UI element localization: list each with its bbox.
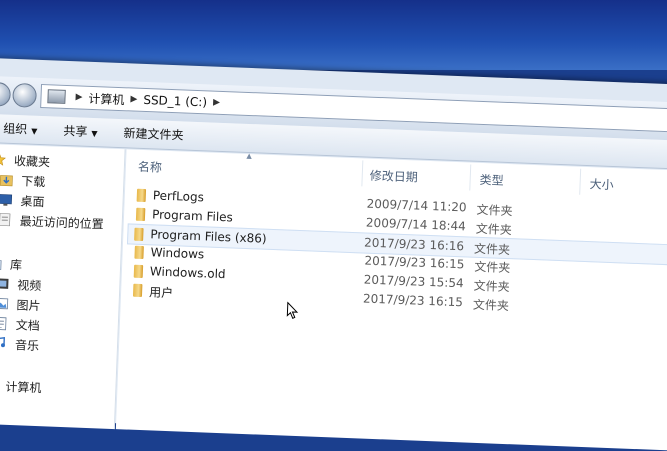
desktop-background [0, 0, 667, 70]
column-divider[interactable] [361, 160, 364, 187]
breadcrumb-computer[interactable]: 计算机 [88, 89, 125, 107]
sidebar-item-libraries[interactable]: 库 [0, 254, 22, 273]
chevron-down-icon: ▼ [31, 126, 38, 136]
column-header-name[interactable]: 名称 [138, 158, 163, 176]
sidebar-item-favorites[interactable]: 收藏夹 [0, 150, 50, 170]
sidebar-item-pictures[interactable]: 图片 [0, 294, 41, 314]
recent-places-icon [0, 212, 14, 227]
sidebar-item-recent-places[interactable]: 最近访问的位置 [0, 210, 104, 232]
chevron-down-icon: ▼ [91, 128, 98, 139]
sidebar-item-documents[interactable]: 文档 [0, 314, 40, 334]
column-header-size[interactable]: 大小 [589, 175, 614, 193]
sort-ascending-icon: ▲ [246, 151, 252, 161]
column-header-modified[interactable]: 修改日期 [369, 167, 418, 186]
music-note-icon [0, 336, 9, 351]
computer-icon [47, 89, 66, 104]
column-divider[interactable] [579, 168, 582, 195]
chevron-right-icon[interactable]: ▶ [130, 94, 137, 104]
column-divider[interactable] [469, 164, 472, 191]
documents-icon [0, 316, 10, 331]
folder-icon [135, 207, 146, 222]
pictures-icon [0, 296, 11, 311]
share-button[interactable]: 共享 ▼ [57, 120, 104, 144]
file-list: 名称 ▲ 修改日期 类型 大小 PerfLogs 2009/7/14 11:20… [115, 149, 667, 451]
folder-icon [134, 245, 144, 260]
forward-button[interactable] [12, 82, 38, 108]
videos-icon [0, 276, 12, 291]
chevron-right-icon[interactable]: ▶ [75, 92, 82, 102]
explorer-window: ▶ 计算机 ▶ SSD_1 (C:) ▶ 组织▼ 共享▼ 新建文件夹 收藏夹 [0, 58, 667, 451]
folder-icon [134, 227, 144, 242]
folder-icon [132, 283, 143, 298]
folder-icon [133, 264, 144, 279]
organize-button[interactable]: 组织 ▼ [0, 117, 44, 141]
sidebar-item-computer[interactable]: 计算机 [0, 376, 42, 396]
sidebar-item-downloads[interactable]: 下载 [0, 170, 46, 190]
desktop-icon [0, 192, 15, 207]
chevron-right-icon[interactable]: ▶ [213, 98, 220, 108]
libraries-icon [0, 256, 4, 271]
sidebar-item-music[interactable]: 音乐 [0, 334, 39, 354]
column-header-type[interactable]: 类型 [479, 171, 504, 189]
folder-icon [136, 188, 147, 203]
sidebar-item-desktop[interactable]: 桌面 [0, 190, 45, 210]
downloads-folder-icon [0, 172, 16, 187]
star-icon [0, 152, 8, 167]
navigation-pane: 收藏夹 下载 桌面 最近访问的位置 库 视频 图片 文档 音乐 计算机 [0, 143, 126, 430]
breadcrumb-drive[interactable]: SSD_1 (C:) [143, 93, 207, 109]
new-folder-button[interactable]: 新建文件夹 [117, 122, 190, 147]
sidebar-item-videos[interactable]: 视频 [0, 274, 42, 294]
back-button[interactable] [0, 81, 12, 107]
